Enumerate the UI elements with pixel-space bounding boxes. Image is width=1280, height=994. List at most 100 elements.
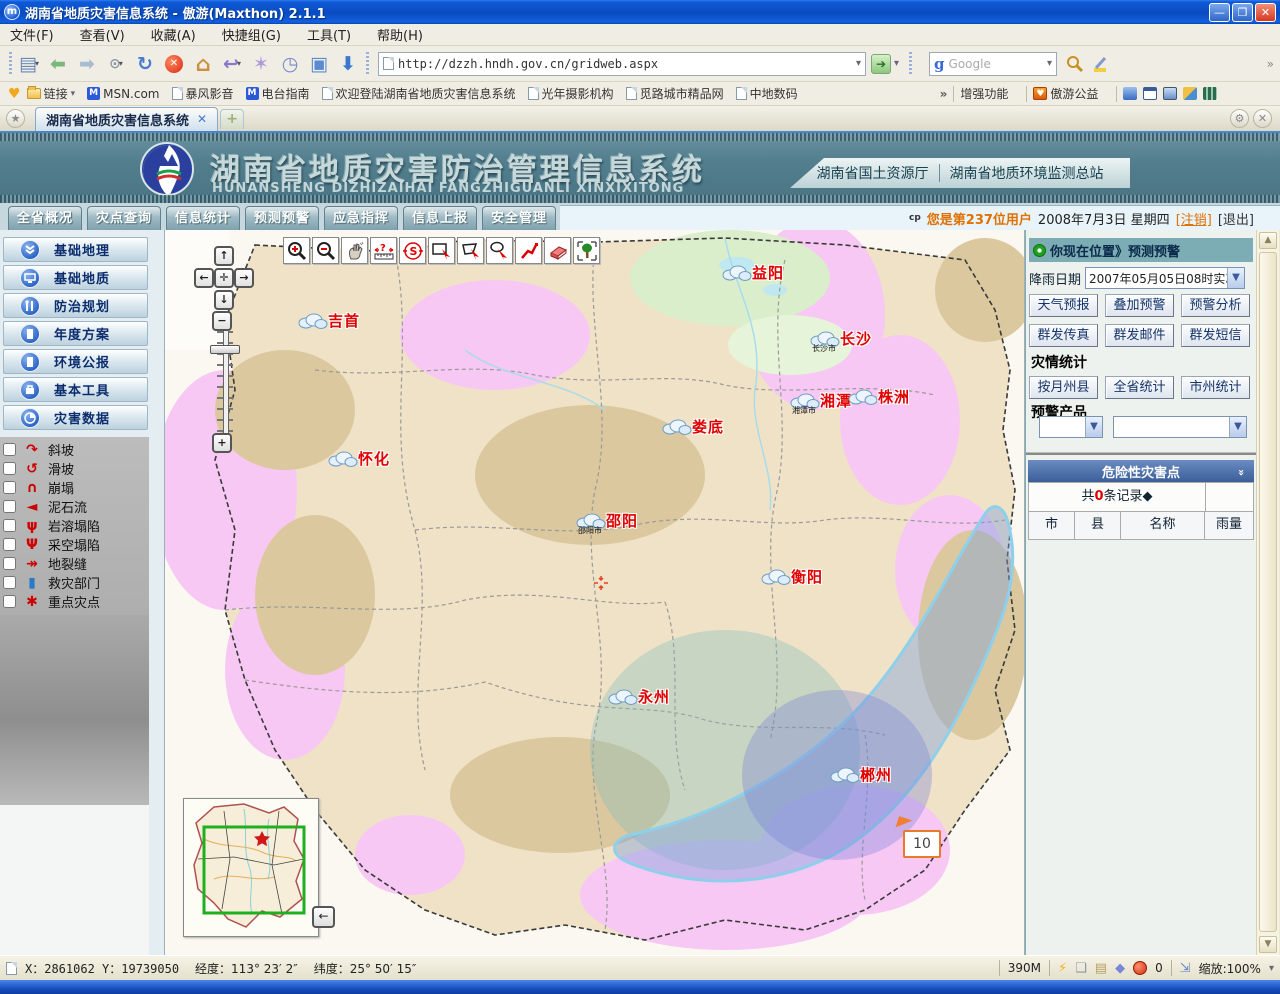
pan-tool-icon[interactable] bbox=[341, 237, 368, 264]
search-icon[interactable] bbox=[1065, 54, 1085, 74]
proxy-icon[interactable]: ❏ bbox=[1075, 961, 1087, 976]
warning-analysis-button[interactable]: 预警分析 bbox=[1181, 294, 1250, 317]
layer-checkbox-debris-flow[interactable] bbox=[3, 500, 16, 513]
new-tab-button[interactable]: + bbox=[220, 109, 244, 129]
popup-blocker-icon[interactable] bbox=[1133, 961, 1147, 975]
nav-tab-query[interactable]: 灾点查询 bbox=[87, 206, 161, 230]
link-baofeng[interactable]: 暴风影音 bbox=[172, 85, 234, 102]
map-city-huaihua[interactable]: 怀化 bbox=[328, 448, 390, 469]
snapshot-icon[interactable]: ▣ bbox=[305, 50, 333, 78]
favorites-star-icon[interactable]: ★ bbox=[6, 109, 25, 128]
product-select-1[interactable]: ▼ bbox=[1039, 416, 1103, 438]
sidebar-item-base-geography[interactable]: 基础地理 bbox=[3, 237, 148, 262]
link-charity[interactable]: ♥ 傲游公益 bbox=[1033, 85, 1098, 102]
back-icon[interactable]: ⬅ bbox=[44, 50, 72, 78]
pan-right-button[interactable]: → bbox=[234, 268, 254, 288]
group-email-button[interactable]: 群发邮件 bbox=[1105, 324, 1174, 347]
zoom-level[interactable]: 缩放:100% bbox=[1199, 960, 1261, 977]
address-dropdown-icon[interactable]: ▾ bbox=[856, 58, 861, 69]
sidebar-item-prevention-plan[interactable]: 防治规划 bbox=[3, 293, 148, 318]
page-scrollbar[interactable]: ▲ ▼ bbox=[1256, 230, 1279, 955]
forward-icon[interactable]: ➡ bbox=[73, 50, 101, 78]
layer-checkbox-karst[interactable] bbox=[3, 519, 16, 532]
menu-groups[interactable]: 快捷组(G) bbox=[222, 25, 281, 44]
link-milu[interactable]: 觅路城市精品网 bbox=[626, 85, 724, 102]
stop-icon[interactable]: ✕ bbox=[160, 50, 188, 78]
toolbar-overflow-icon[interactable]: » bbox=[1267, 57, 1274, 71]
layer-checkbox-fissure[interactable] bbox=[3, 557, 16, 570]
window-icon[interactable] bbox=[1143, 87, 1157, 100]
menu-favorites[interactable]: 收藏(A) bbox=[151, 25, 196, 44]
map-city-yiyang[interactable]: 益阳 bbox=[722, 262, 784, 283]
minimize-button[interactable]: — bbox=[1209, 3, 1230, 22]
province-stats-button[interactable]: 全省统计 bbox=[1105, 376, 1174, 399]
address-bar[interactable]: http://dzzh.hndh.gov.cn/gridweb.aspx ▾ bbox=[378, 52, 866, 76]
map-city-shaoyang[interactable]: 邵阳邵阳市 bbox=[576, 510, 638, 531]
layer-checkbox-collapse[interactable] bbox=[3, 481, 16, 494]
nav-tab-overview[interactable]: 全省概况 bbox=[8, 206, 82, 230]
link-radio[interactable]: M电台指南 bbox=[246, 85, 310, 102]
filter-icon[interactable]: ◆ bbox=[1115, 961, 1125, 976]
map-city-zhuzhou[interactable]: 株洲 bbox=[848, 386, 910, 407]
search-engine-dropdown-icon[interactable]: ▾ bbox=[1047, 58, 1052, 69]
link-msn[interactable]: MMSN.com bbox=[87, 87, 159, 101]
search-box[interactable]: g Google ▾ bbox=[929, 52, 1057, 76]
refresh-icon[interactable]: ↻ bbox=[131, 50, 159, 78]
sidebar-item-env-bulletin[interactable]: 环境公报 bbox=[3, 349, 148, 374]
go-button[interactable]: ➔ bbox=[871, 54, 891, 74]
close-button[interactable]: ✕ bbox=[1255, 3, 1276, 22]
tab-close-icon[interactable]: ✕ bbox=[197, 112, 207, 126]
sidebar-item-basic-tools[interactable]: 基本工具 bbox=[3, 377, 148, 402]
link-geo-monitor[interactable]: 湖南省地质环境监测总站 bbox=[950, 163, 1104, 183]
link-zhongdi[interactable]: 中地数码 bbox=[736, 85, 798, 102]
link-welcome[interactable]: 欢迎登陆湖南省地质灾害信息系统 bbox=[322, 85, 516, 102]
scale-tool-icon[interactable]: S bbox=[399, 237, 426, 264]
erase-tool-icon[interactable] bbox=[544, 237, 571, 264]
menu-tools[interactable]: 工具(T) bbox=[307, 25, 351, 44]
pens-icon[interactable] bbox=[1183, 87, 1197, 100]
map-area[interactable]: ? S ↑ ← ✛ → ↓ − + 吉首 益阳 长沙长沙市 湘潭湘潭市 bbox=[165, 230, 1025, 955]
layer-checkbox-slope[interactable] bbox=[3, 443, 16, 456]
layer-checkbox-mining[interactable] bbox=[3, 538, 16, 551]
select-polygon-tool-icon[interactable] bbox=[457, 237, 484, 264]
new-page-icon[interactable]: ▤▾ bbox=[15, 50, 43, 78]
zoom-slider-handle[interactable] bbox=[210, 345, 240, 354]
chevron-double-icon[interactable]: » bbox=[1235, 468, 1248, 473]
restore-button[interactable]: ❐ bbox=[1232, 3, 1253, 22]
notes-icon[interactable] bbox=[1163, 87, 1177, 100]
exit-link[interactable]: [退出] bbox=[1218, 209, 1254, 228]
favorites-heart-icon[interactable]: ♥ bbox=[8, 86, 21, 102]
history-dropdown-icon[interactable]: ⊙▾ bbox=[102, 50, 130, 78]
links-folder[interactable]: 链接▾ bbox=[27, 85, 76, 102]
draw-line-tool-icon[interactable] bbox=[515, 237, 542, 264]
zoom-out-tool-icon[interactable] bbox=[312, 237, 339, 264]
measure-tool-icon[interactable]: ? bbox=[370, 237, 397, 264]
nav-tab-stats[interactable]: 信息统计 bbox=[166, 206, 240, 230]
undo-icon[interactable]: ↩▾ bbox=[218, 50, 246, 78]
nav-tab-emergency[interactable]: 应急指挥 bbox=[324, 206, 398, 230]
nav-tab-security[interactable]: 安全管理 bbox=[482, 206, 556, 230]
zoom-out-button[interactable]: − bbox=[212, 311, 232, 331]
layer-checkbox-rescue[interactable] bbox=[3, 576, 16, 589]
map-city-yongzhou[interactable]: 永州 bbox=[608, 686, 670, 707]
download-icon[interactable]: ⬇ bbox=[334, 50, 362, 78]
scroll-up-icon[interactable]: ▲ bbox=[1259, 232, 1277, 249]
boost-lightning-icon[interactable]: ⚡ bbox=[1058, 961, 1067, 976]
highlight-icon[interactable] bbox=[1091, 54, 1111, 74]
map-city-xiangtan[interactable]: 湘潭湘潭市 bbox=[790, 390, 852, 411]
full-extent-tool-icon[interactable] bbox=[573, 237, 600, 264]
link-photo[interactable]: 光年摄影机构 bbox=[528, 85, 614, 102]
nav-tab-report[interactable]: 信息上报 bbox=[403, 206, 477, 230]
settings-wrench-icon[interactable]: ⚙ bbox=[1230, 109, 1249, 128]
tab-active[interactable]: 湖南省地质灾害信息系统 ✕ bbox=[35, 107, 218, 131]
monthly-county-button[interactable]: 按月州县 bbox=[1029, 376, 1098, 399]
links-overflow-icon[interactable]: » bbox=[940, 87, 948, 101]
map-city-changsha[interactable]: 长沙长沙市 bbox=[810, 328, 872, 349]
danger-points-header[interactable]: 危险性灾害点 » bbox=[1028, 460, 1254, 482]
grid-icon[interactable] bbox=[1203, 87, 1217, 100]
zoom-in-button[interactable]: + bbox=[212, 433, 232, 453]
product-select-2[interactable]: ▼ bbox=[1113, 416, 1247, 438]
scroll-down-icon[interactable]: ▼ bbox=[1259, 936, 1277, 953]
pan-up-button[interactable]: ↑ bbox=[214, 246, 234, 266]
weather-forecast-button[interactable]: 天气预报 bbox=[1029, 294, 1098, 317]
